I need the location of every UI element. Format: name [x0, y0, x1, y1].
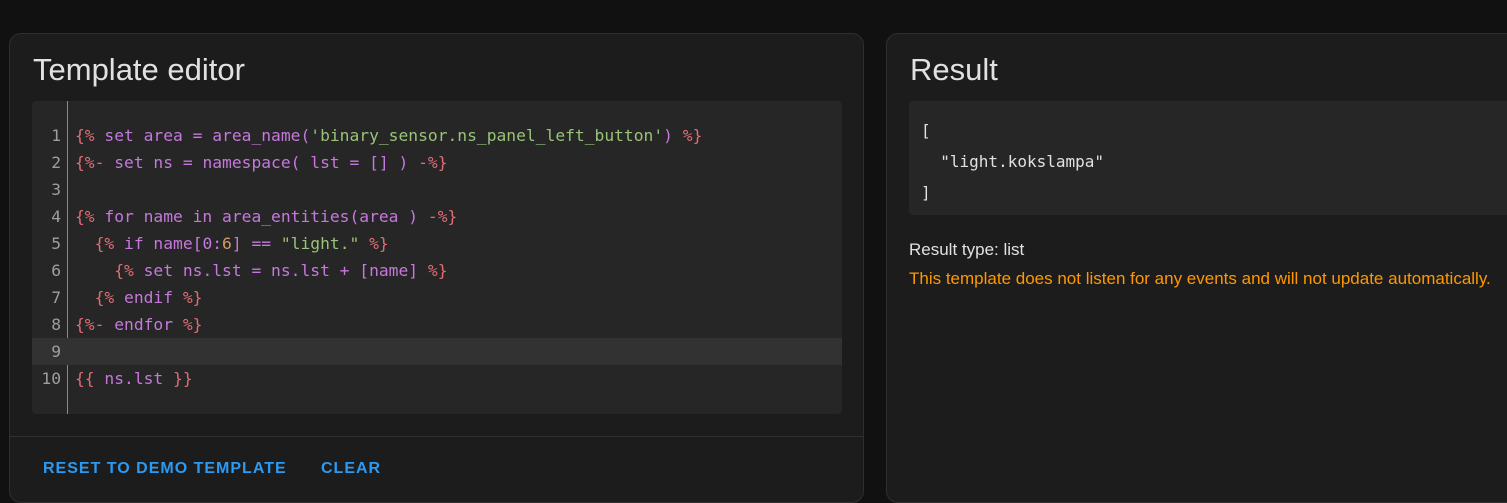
code-line[interactable]: 9 — [32, 338, 842, 365]
line-code: {% endif %} — [75, 284, 203, 311]
code-token: %} — [427, 261, 448, 280]
code-token: -%} — [418, 153, 448, 172]
code-token: {% — [114, 261, 134, 280]
code-line[interactable]: 3 — [32, 176, 842, 203]
line-number: 2 — [51, 153, 61, 172]
code-token: }} — [173, 369, 193, 388]
code-token: for name in area_entities(area ) — [94, 207, 428, 226]
code-token: {%- — [75, 315, 105, 334]
code-token: -%} — [427, 207, 458, 226]
line-number: 8 — [51, 315, 61, 334]
code-token: %} — [682, 126, 703, 145]
reset-to-demo-template-button[interactable]: RESET TO DEMO TEMPLATE — [43, 456, 287, 482]
line-code: {{ ns.lst }} — [75, 365, 193, 392]
line-number: 10 — [41, 369, 61, 388]
code-token: %} — [182, 288, 203, 307]
editor-title: Template editor — [33, 52, 245, 87]
code-line[interactable]: 6 {% set ns.lst = ns.lst + [name] %} — [32, 257, 842, 284]
code-token: set area = area_name( — [94, 126, 311, 145]
line-code: {% set ns.lst = ns.lst + [name] %} — [75, 257, 448, 284]
code-editor[interactable]: 1 {% set area = area_name('binary_sensor.… — [32, 101, 842, 414]
code-token: {{ — [75, 369, 95, 388]
code-line[interactable]: 1 {% set area = area_name('binary_sensor.… — [32, 122, 842, 149]
line-number: 1 — [51, 126, 61, 145]
code-line[interactable]: 4 {% for name in area_entities(area ) -%} — [32, 203, 842, 230]
code-token: ) — [663, 126, 683, 145]
card-actions-divider — [10, 436, 863, 437]
line-code: {% if name[0:6] == "light." %} — [75, 230, 389, 257]
code-token: if name[0: — [114, 234, 223, 253]
line-number: 9 — [51, 342, 61, 361]
code-token: ns.lst — [94, 369, 174, 388]
code-lines[interactable]: 1 {% set area = area_name('binary_sensor.… — [32, 122, 842, 392]
code-token: {% — [75, 207, 95, 226]
code-token: 'binary_sensor.ns_panel_left_button' — [310, 126, 664, 145]
code-token: "light." — [280, 234, 360, 253]
code-token: set ns = namespace( lst = [] ) — [104, 153, 419, 172]
code-token: {% — [94, 288, 115, 307]
code-token: endif — [114, 288, 183, 307]
result-card: Result [ "light.kokslampa" ] Result type… — [886, 33, 1507, 503]
code-token: 6 — [222, 234, 232, 253]
code-token: ] == — [231, 234, 281, 253]
line-code: {%- endfor %} — [75, 311, 202, 338]
code-token: {%- — [75, 153, 105, 172]
result-title: Result — [910, 52, 998, 87]
line-number: 5 — [51, 234, 61, 253]
clear-button[interactable]: CLEAR — [321, 456, 381, 482]
code-token: %} — [369, 234, 389, 253]
line-code: {%- set ns = namespace( lst = [] ) -%} — [75, 149, 448, 176]
code-token: {% — [75, 126, 95, 145]
line-code: {% for name in area_entities(area ) -%} — [75, 203, 457, 230]
code-line[interactable]: 2 {%- set ns = namespace( lst = [] ) -%} — [32, 149, 842, 176]
result-type: Result type: list — [909, 240, 1025, 259]
listener-warning: This template does not listen for any ev… — [909, 269, 1491, 288]
code-line[interactable]: 7 {% endif %} — [32, 284, 842, 311]
template-editor-card: Template editor 1 {% set area = area_name… — [9, 33, 864, 503]
code-line[interactable]: 5 {% if name[0:6] == "light." %} — [32, 230, 842, 257]
code-token: set ns.lst = ns.lst + [name] — [133, 261, 428, 280]
code-line[interactable]: 8 {%- endfor %} — [32, 311, 842, 338]
line-number: 6 — [51, 261, 61, 280]
line-number: 4 — [51, 207, 61, 226]
code-token: %} — [182, 315, 203, 334]
code-token: endfor — [104, 315, 183, 334]
result-output: [ "light.kokslampa" ] — [909, 101, 1507, 215]
line-code: {% set area = area_name('binary_sensor.n… — [75, 122, 702, 149]
code-line[interactable]: 10 {{ ns.lst }} — [32, 365, 842, 392]
code-token: {% — [94, 234, 115, 253]
line-number: 3 — [51, 180, 61, 199]
line-number: 7 — [51, 288, 61, 307]
